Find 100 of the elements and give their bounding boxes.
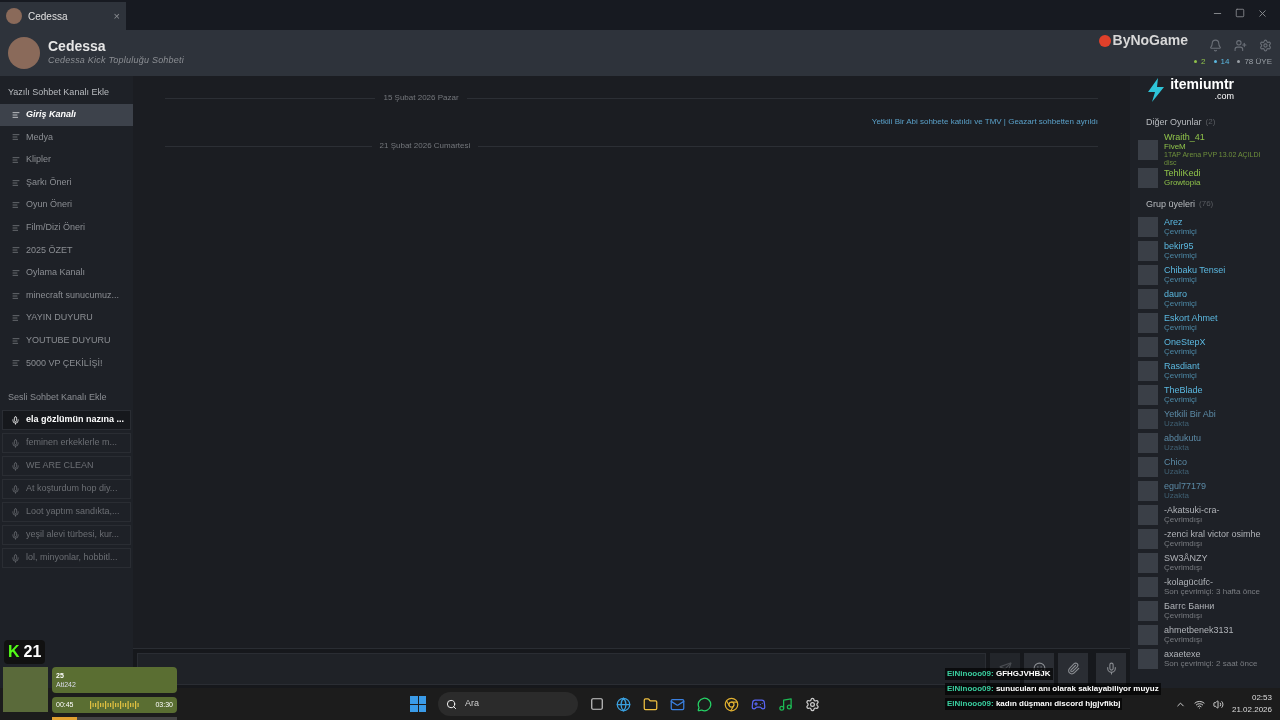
member-status: Uzakta <box>1164 443 1190 452</box>
member-name[interactable]: TheBlade <box>1164 386 1203 395</box>
member-name[interactable]: Chico <box>1164 458 1189 467</box>
attach-button[interactable] <box>1058 652 1088 685</box>
lightning-icon <box>1146 78 1167 102</box>
text-channel-item[interactable]: Medya <box>0 126 133 149</box>
gear-icon[interactable] <box>805 696 820 712</box>
text-channel-item[interactable]: Oyun Öneri <box>0 193 133 217</box>
member-name[interactable]: Баггс Банни <box>1164 602 1215 611</box>
member-name[interactable]: SW3ÅNZY <box>1164 554 1208 563</box>
group-name: Cedessa <box>48 38 106 55</box>
member-status: Growtopia <box>1164 177 1201 187</box>
album-art-placeholder <box>3 667 48 712</box>
member-name[interactable]: -zenci kral victor osimhe <box>1164 530 1261 539</box>
member-name[interactable]: dauro <box>1164 290 1197 299</box>
text-channel-item[interactable]: minecraft sunucumuz... <box>0 284 133 307</box>
text-channel-icon <box>12 178 20 187</box>
folder-icon[interactable] <box>643 696 658 712</box>
text-channel-item[interactable]: Şarkı Öneri <box>0 171 133 194</box>
taskbar-search[interactable]: Ara <box>438 692 578 716</box>
avatar-placeholder <box>1138 265 1158 285</box>
voice-channel-item[interactable]: ela gözlümün nazına ... <box>2 410 131 431</box>
voice-channel-item[interactable]: yeşil alevi türbesi, kur... <box>2 525 131 546</box>
network-icon[interactable] <box>1193 698 1205 710</box>
text-channel-icon <box>12 110 20 119</box>
maximize-icon[interactable] <box>1235 8 1245 18</box>
add-voice-channel-link[interactable]: Sesli Sohbet Kanalı Ekle <box>0 374 133 411</box>
add-friend-icon[interactable] <box>1234 38 1247 52</box>
text-channel-icon <box>12 359 20 368</box>
voice-channel-item[interactable]: WE ARE CLEAN <box>2 456 131 477</box>
member-name[interactable]: -Akatsuki-cra- <box>1164 506 1220 515</box>
member-name[interactable]: bekir95 <box>1164 242 1197 251</box>
text-channel-item[interactable]: YAYIN DUYURU <box>0 306 133 330</box>
bell-icon[interactable] <box>1209 38 1222 52</box>
text-channel-item[interactable]: Film/Dizi Öneri <box>0 216 133 240</box>
clock-date: 21.02.2026 <box>1231 704 1272 716</box>
close-icon[interactable] <box>1257 8 1268 19</box>
member-name[interactable]: egul77179 <box>1164 482 1207 491</box>
avatar-placeholder <box>1138 361 1158 381</box>
microphone-icon <box>11 553 20 563</box>
member-status: Çevrimiçi <box>1164 371 1198 380</box>
avatar-placeholder <box>1138 481 1158 501</box>
member-name[interactable]: Wraith_41 <box>1164 132 1280 142</box>
voice-channel-item[interactable]: lol, minyonlar, hobbitl... <box>2 548 131 569</box>
member-status: Son çevrimiçi: 3 hafta önce <box>1164 587 1261 596</box>
add-text-channel-link[interactable]: Yazılı Sohbet Kanalı Ekle <box>0 82 133 104</box>
avatar-placeholder <box>1138 649 1158 669</box>
avatar-placeholder <box>1138 505 1158 525</box>
close-tab-button[interactable]: × <box>113 7 120 25</box>
microphone-icon <box>11 415 20 425</box>
mail-icon[interactable] <box>670 696 685 712</box>
system-message: Yetkili Bir Abi sohbete katıldı ve TMV | Geazart sohbetten ayrıldı <box>871 116 1098 128</box>
text-channel-item[interactable]: Oylama Kanalı <box>0 261 133 285</box>
overlay-chat-message: ElNinooo09: sunucuları anı olarak saklayabiliyor muyuz <box>945 683 1161 695</box>
viewer-count: 21 <box>23 642 42 662</box>
text-channel-item[interactable]: Klipler <box>0 148 133 172</box>
section-title: Grup üyeleri <box>1146 197 1196 211</box>
task-view-icon[interactable] <box>590 697 604 711</box>
voice-channel-item[interactable]: At koşturdum hop diy... <box>2 479 131 500</box>
text-channel-item[interactable]: Giriş Kanalı <box>0 103 133 127</box>
member-name[interactable]: TehliKedi <box>1164 168 1201 178</box>
member-name[interactable]: Chibaku Tensei <box>1164 266 1226 275</box>
text-channel-item[interactable]: YOUTUBE DUYURU <box>0 329 133 353</box>
voice-button[interactable] <box>1096 652 1126 685</box>
text-channel-icon <box>12 268 20 277</box>
windows-start-icon[interactable] <box>410 696 426 712</box>
member-name[interactable]: Arez <box>1164 218 1197 227</box>
volume-icon[interactable] <box>1212 698 1224 710</box>
member-status: FiveM <box>1164 141 1186 151</box>
microphone-icon <box>11 461 20 471</box>
kick-logo: K <box>8 642 20 662</box>
chat-tab[interactable]: Cedessa × <box>0 2 126 30</box>
tab-title: Cedessa <box>28 9 69 24</box>
text-channel-icon <box>12 314 20 323</box>
chat-app-icon[interactable] <box>697 696 712 712</box>
member-name[interactable]: ahmetbenek3131 <box>1164 626 1234 635</box>
member-name[interactable]: axaetexe <box>1164 650 1258 659</box>
member-name[interactable]: Yetkili Bir Abi <box>1164 410 1216 419</box>
avatar-placeholder <box>6 8 22 24</box>
text-channel-item[interactable]: 5000 VP ÇEKİLİŞİ! <box>0 352 133 375</box>
member-name[interactable]: abdukutu <box>1164 434 1202 443</box>
member-status: Çevrimiçi <box>1164 395 1198 404</box>
member-name[interactable]: Eskort Ahmet <box>1164 314 1218 323</box>
member-status: Çevrimdışı <box>1164 515 1204 524</box>
member-count: 14 <box>1220 55 1230 68</box>
member-status: Uzakta <box>1164 491 1190 500</box>
member-count: 78 ÜYE <box>1244 55 1272 68</box>
gamepad-icon[interactable] <box>751 696 766 712</box>
voice-channel-item[interactable]: Loot yaptım sandıkta,... <box>2 502 131 523</box>
member-name[interactable]: OneStepX <box>1164 338 1206 347</box>
member-status: Uzakta <box>1164 467 1189 476</box>
text-channel-item[interactable]: 2025 ÖZET <box>0 239 133 262</box>
member-status: Çevrimiçi <box>1164 275 1198 284</box>
member-name[interactable]: Rasdiant <box>1164 362 1200 371</box>
member-status: Çevrimiçi <box>1164 347 1198 356</box>
voice-channel-item[interactable]: feminen erkeklerle m... <box>2 433 131 454</box>
member-name[interactable]: -kolagücüfc- <box>1164 578 1261 587</box>
avatar-placeholder <box>1138 385 1158 405</box>
music-icon[interactable] <box>778 696 793 712</box>
overlay-logo-suffix: .com <box>1214 90 1234 102</box>
